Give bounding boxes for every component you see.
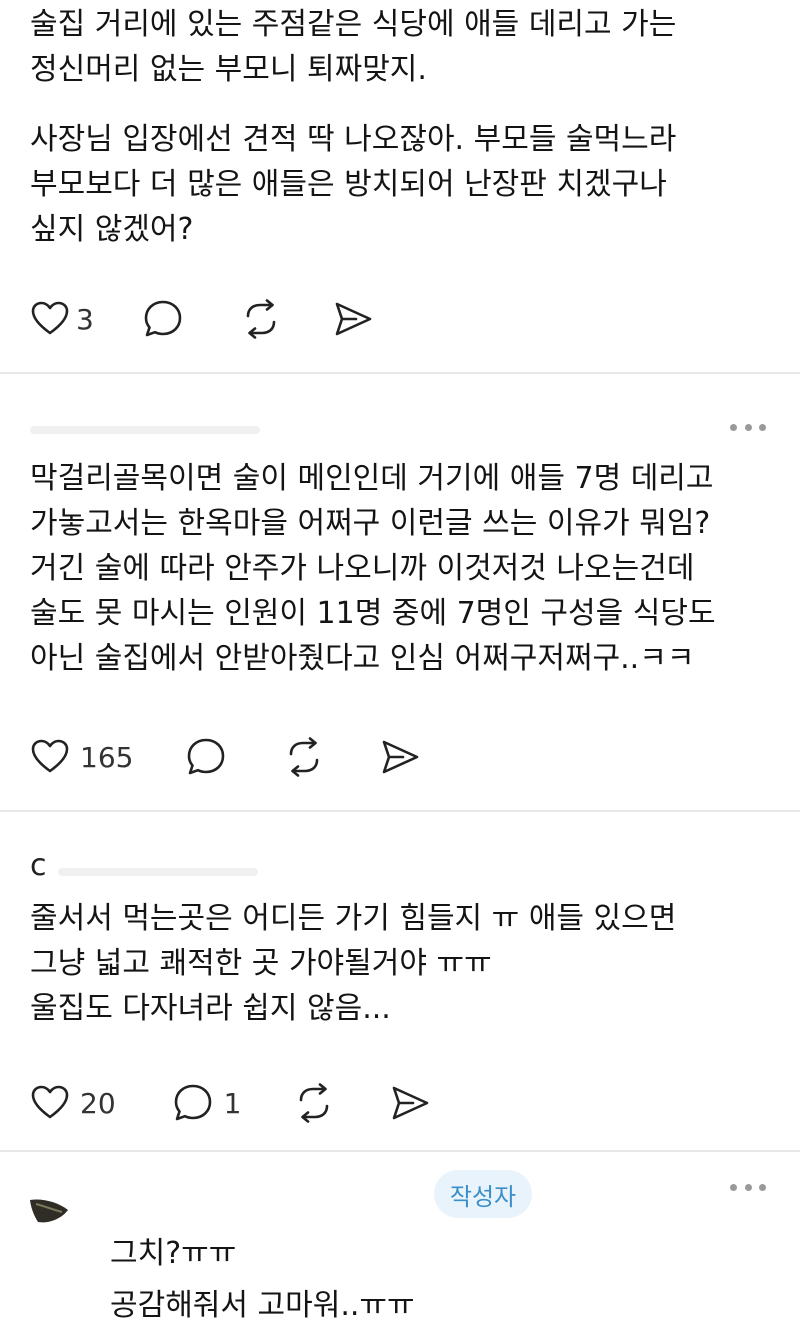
post-1-text-para-1: 술집 거리에 있는 주점같은 식당에 애들 데리고 가는 정신머리 없는 부모니…	[30, 7, 677, 87]
avatar[interactable]	[28, 1196, 72, 1226]
more-dot	[759, 423, 766, 431]
reply-count: 1	[223, 1086, 242, 1120]
comment-1-text: 막걸리골목이면 술이 메인인데 거기에 애들 7명 데리고 가놓고서는 한옥마을…	[30, 461, 716, 676]
speech-bubble-icon	[188, 738, 225, 775]
repost-button[interactable]	[293, 1082, 335, 1124]
comment-2-actions: 20 1	[30, 1082, 431, 1124]
more-dots-icon	[730, 423, 737, 431]
heart-icon	[31, 301, 69, 335]
repost-button[interactable]	[240, 298, 282, 340]
more-dot	[744, 1183, 752, 1191]
speech-bubble-icon	[144, 300, 182, 337]
share-button[interactable]	[332, 298, 374, 340]
comment-button[interactable]	[185, 736, 227, 778]
repost-icon	[300, 1083, 329, 1123]
comment-1-author-name[interactable]	[30, 426, 260, 434]
share-button[interactable]	[379, 736, 421, 778]
send-icon	[383, 740, 419, 774]
comment-1-more-button[interactable]	[730, 422, 766, 432]
like-button[interactable]: 165	[30, 737, 133, 777]
like-button[interactable]: 3	[30, 299, 94, 339]
comment-button[interactable]: 1	[172, 1082, 242, 1124]
more-dot	[744, 423, 752, 431]
speech-bubble-icon	[174, 1084, 211, 1121]
comment-2-author-name-blur	[58, 868, 258, 876]
like-count: 20	[80, 1086, 116, 1120]
reply-1-line-1: 그치?ㅠㅠ	[110, 1236, 237, 1271]
repost-icon	[290, 737, 319, 777]
heart-icon	[31, 739, 69, 773]
comment-2-author-name[interactable]: c	[30, 848, 47, 883]
more-dots-icon	[730, 1183, 737, 1191]
comment-1-actions: 165	[30, 736, 421, 778]
divider-1	[0, 372, 800, 374]
repost-button[interactable]	[283, 736, 325, 778]
divider-3	[0, 1150, 800, 1152]
divider-2	[0, 810, 800, 812]
more-dot	[759, 1183, 766, 1191]
like-count: 165	[80, 740, 134, 774]
reply-1-more-button[interactable]	[730, 1182, 766, 1192]
author-badge: 작성자	[434, 1170, 532, 1218]
repost-icon	[246, 299, 276, 339]
share-button[interactable]	[389, 1082, 431, 1124]
send-icon	[393, 1086, 429, 1120]
heart-icon	[31, 1085, 69, 1119]
like-count: 3	[76, 302, 94, 336]
comment-2-text: 줄서서 먹는곳은 어디든 가기 힘들지 ㅠ 애들 있으면 그냥 넓고 쾌적한 곳…	[30, 901, 677, 1026]
reply-1-line-2: 공감해줘서 고마워..ㅠㅠ	[110, 1288, 415, 1323]
comment-button[interactable]	[142, 298, 184, 340]
post-1-text-para-2: 사장님 입장에선 견적 딱 나오잖아. 부모들 술먹느라 부모보다 더 많은 애…	[30, 122, 677, 247]
like-button[interactable]: 20	[30, 1083, 116, 1123]
send-icon	[335, 302, 372, 336]
post-1-actions: 3	[30, 298, 374, 340]
